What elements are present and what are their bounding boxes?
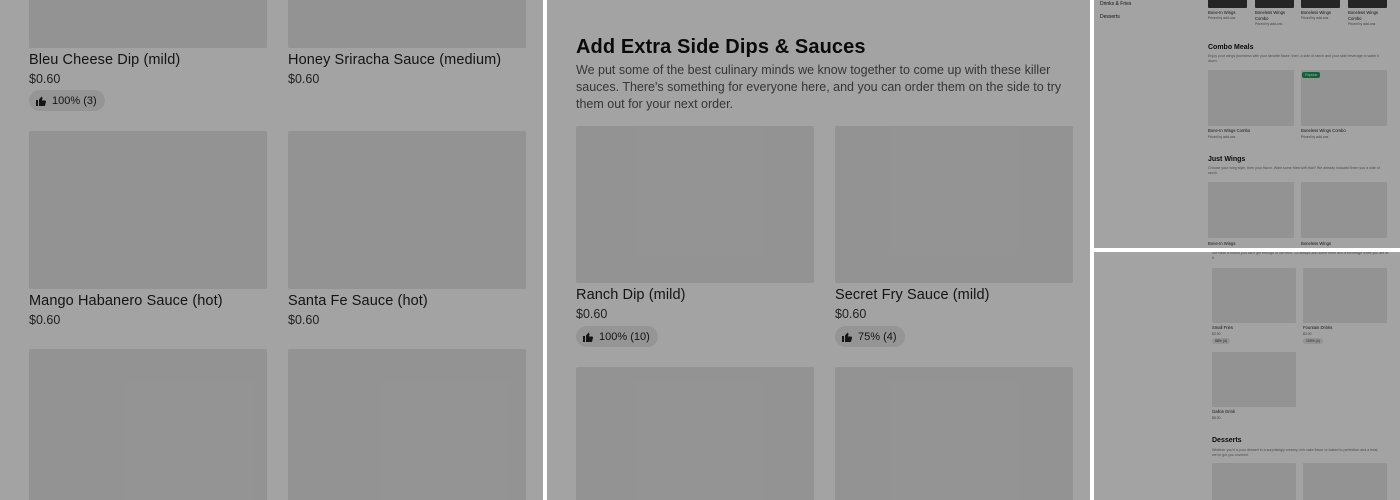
item-price: $0.60 [29, 313, 61, 327]
item-image[interactable] [1208, 0, 1247, 8]
item-name[interactable]: Bone-In Wings [1208, 241, 1235, 247]
item-image-gallon-drink[interactable] [1212, 352, 1296, 407]
rating-badge: 100% (4) [1303, 338, 1323, 344]
sidebar-item-drinks-fries[interactable]: Drinks & Fries [1100, 1, 1131, 7]
menu-panel-center: Add Extra Side Dips & Sauces We put some… [547, 0, 1090, 500]
item-image[interactable] [1255, 0, 1294, 8]
thumbs-up-icon [842, 332, 853, 342]
item-image[interactable] [1348, 0, 1387, 8]
item-image-bone-in-wings[interactable] [1208, 182, 1294, 238]
item-image-bone-in-combo[interactable] [1208, 70, 1294, 126]
section-description: Choose your wing style, then your flavor… [1208, 166, 1380, 175]
item-image[interactable] [1303, 463, 1387, 500]
rating-badge: 88% (4) [1212, 338, 1230, 344]
section-title: Add Extra Side Dips & Sauces [576, 36, 866, 58]
item-price: Priced by add-ons [1301, 135, 1329, 139]
item-image-bleu-cheese[interactable] [29, 0, 267, 48]
item-image[interactable] [29, 349, 267, 500]
rating-badge: 100% (10) [576, 326, 658, 347]
item-name[interactable]: Bone-In Wings Combo [1208, 128, 1250, 134]
item-price: $3.00 [1212, 332, 1221, 336]
item-name[interactable]: Santa Fe Sauce (hot) [288, 293, 428, 309]
item-image-boneless-wings[interactable] [1301, 182, 1387, 238]
item-price: $0.60 [835, 307, 867, 321]
item-image-ranch[interactable] [576, 126, 814, 283]
menu-panel-mini-top: Drinks & Fries Desserts Bone-In Wings Pr… [1094, 0, 1400, 248]
item-price: $0.60 [288, 72, 320, 86]
section-description: Whether you'd a your dessert in a surpri… [1212, 448, 1379, 457]
rating-badge: 100% (3) [29, 90, 105, 111]
item-image-secret-fry[interactable] [835, 126, 1073, 283]
section-description: We put some of the best culinary minds w… [576, 63, 1062, 111]
section-title-combo-meals: Combo Meals [1208, 44, 1254, 51]
item-name[interactable]: Boneless Wings Combo [1348, 10, 1388, 22]
item-image-small-fries[interactable] [1212, 268, 1296, 323]
item-price: Priced by add-ons [1208, 135, 1236, 139]
item-name[interactable]: Boneless Wings [1301, 241, 1331, 247]
item-price: $3.00 [1303, 332, 1312, 336]
item-price: Priced by add-ons [1301, 16, 1329, 20]
popular-badge: Popular [1302, 72, 1321, 78]
item-price: Priced by add-ons [1208, 16, 1236, 20]
section-title-just-wings: Just Wings [1208, 156, 1246, 163]
item-image[interactable] [835, 367, 1073, 500]
item-name[interactable]: Honey Sriracha Sauce (medium) [288, 52, 501, 68]
item-price: Priced by add-ons [1255, 22, 1283, 26]
thumbs-up-icon [583, 332, 594, 342]
item-name[interactable]: Gallon Drink [1212, 409, 1235, 415]
item-image[interactable] [1301, 0, 1340, 8]
rating-text: 75% (4) [858, 330, 897, 343]
thumbs-up-icon [36, 96, 47, 106]
item-image-fountain-drinks[interactable] [1303, 268, 1387, 323]
item-image-santa-fe[interactable] [288, 131, 526, 289]
item-name[interactable]: Boneless Wings Combo [1255, 10, 1295, 22]
item-name[interactable]: Small Fries [1212, 325, 1233, 331]
item-image[interactable] [576, 367, 814, 500]
menu-panel-mini-bottom: We have a hunch you can't get enough of … [1094, 252, 1400, 500]
sidebar-item-desserts[interactable]: Desserts [1100, 14, 1120, 20]
item-price: $0.60 [576, 307, 608, 321]
item-price: Priced by add-ons [1348, 22, 1376, 26]
menu-panel-left: Bleu Cheese Dip (mild) $0.60 100% (3) Ho… [0, 0, 543, 500]
item-image-honey-sriracha[interactable] [288, 0, 526, 48]
item-image-boneless-combo[interactable] [1301, 70, 1387, 126]
item-image[interactable] [288, 349, 526, 500]
rating-text: 100% (3) [52, 94, 97, 107]
item-name[interactable]: Secret Fry Sauce (mild) [835, 287, 990, 303]
item-name[interactable]: Fountain Drinks [1303, 325, 1332, 331]
section-description: Enjoy your wings (boneless with your fav… [1208, 54, 1379, 63]
item-name[interactable]: Mango Habanero Sauce (hot) [29, 293, 223, 309]
item-name[interactable]: Boneless Wings Combo [1301, 128, 1346, 134]
item-name[interactable]: Ranch Dip (mild) [576, 287, 686, 303]
item-image[interactable] [1212, 463, 1296, 500]
rating-text: 100% (10) [599, 330, 650, 343]
item-name[interactable]: Bleu Cheese Dip (mild) [29, 52, 180, 68]
item-price: $0.60 [288, 313, 320, 327]
item-price: $0.60 [29, 72, 61, 86]
section-description: We have a hunch you can't get enough of … [1212, 252, 1389, 260]
rating-badge: 75% (4) [835, 326, 905, 347]
section-title-desserts: Desserts [1212, 437, 1242, 444]
item-price: $8.00 [1212, 416, 1221, 420]
item-image-mango-habanero[interactable] [29, 131, 267, 289]
